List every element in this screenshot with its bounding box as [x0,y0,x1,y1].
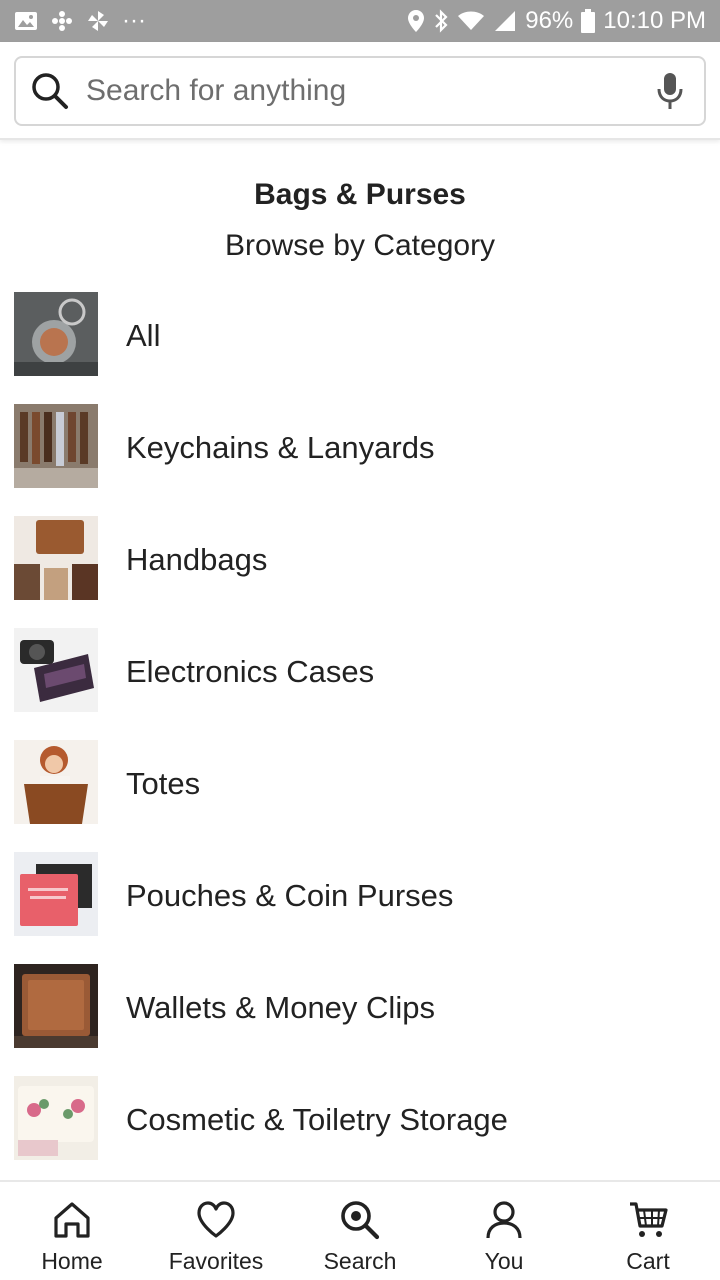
category-item-electronics-cases[interactable]: Electronics Cases [0,628,720,740]
category-item-all[interactable]: All [0,292,720,404]
heart-icon [197,1201,235,1238]
category-item-cosmetic-toiletry-storage[interactable]: Cosmetic & Toiletry Storage [0,1076,720,1188]
category-item-wallets-money-clips[interactable]: Wallets & Money Clips [0,964,720,1076]
windmill-icon [86,9,110,33]
category-label: Keychains & Lanyards [126,430,435,465]
wifi-icon [457,10,485,32]
category-thumbnail-keychains-lanyards [14,404,98,488]
nav-label-search: Search [323,1248,397,1274]
microphone-icon[interactable] [654,71,686,111]
category-label: Cosmetic & Toiletry Storage [126,1102,508,1137]
category-label: Totes [126,766,201,801]
search-input[interactable] [86,74,654,108]
section-title: Browse by Category [224,229,496,262]
category-thumbnail-handbags [14,516,98,600]
clock: 10:10 PM [603,7,706,34]
bluetooth-icon [433,9,449,33]
nav-search[interactable]: Search [288,1182,432,1280]
home-icon [54,1202,90,1238]
more-notifications-icon: ··· [122,7,146,34]
category-thumbnail-all [14,292,98,376]
nav-label-cart: Cart [626,1248,670,1274]
gallery-icon [14,10,38,32]
nav-you[interactable]: You [432,1182,576,1280]
search-icon [30,71,70,111]
pinwheel-icon [50,9,74,33]
cart-icon [630,1202,668,1237]
nav-label-you: You [484,1248,524,1274]
category-item-pouches-coin-purses[interactable]: Pouches & Coin Purses [0,852,720,964]
nav-favorites[interactable]: Favorites [144,1182,288,1280]
user-icon [486,1201,522,1239]
status-bar: ··· 96% 10:10 PM [0,0,720,42]
category-thumbnail-wallets-money-clips [14,964,98,1048]
category-thumbnail-cosmetic-toiletry-storage [14,1076,98,1160]
search-header [0,42,720,140]
category-thumbnail-pouches-coin-purses [14,852,98,936]
nav-cart[interactable]: Cart [576,1182,720,1280]
page-title: Bags & Purses [254,178,466,211]
status-left-icons: ··· [14,7,146,35]
category-thumbnail-electronics-cases [14,628,98,712]
category-label: Pouches & Coin Purses [126,878,454,913]
category-label: All [126,318,161,353]
category-item-handbags[interactable]: Handbags [0,516,720,628]
battery-icon [581,9,596,33]
nav-label-home: Home [41,1248,103,1274]
category-thumbnail-totes [14,740,98,824]
category-item-totes[interactable]: Totes [0,740,720,852]
bottom-nav: Home Favorites Search You Cart [0,1180,720,1280]
nav-label-favorites: Favorites [168,1248,264,1274]
category-label: Electronics Cases [126,654,375,689]
signal-icon [493,10,517,32]
category-label: Wallets & Money Clips [126,990,435,1025]
location-icon [407,9,425,33]
nav-home[interactable]: Home [0,1182,144,1280]
battery-percent: 96% [525,7,574,34]
status-right-icons: 96% 10:10 PM [407,7,706,35]
category-list: All Keychains & Lanyards Handbags Electr… [0,292,720,1188]
category-label: Handbags [126,542,268,577]
search-nav-icon [341,1201,380,1240]
category-item-keychains-lanyards[interactable]: Keychains & Lanyards [0,404,720,516]
search-box[interactable] [14,56,706,126]
